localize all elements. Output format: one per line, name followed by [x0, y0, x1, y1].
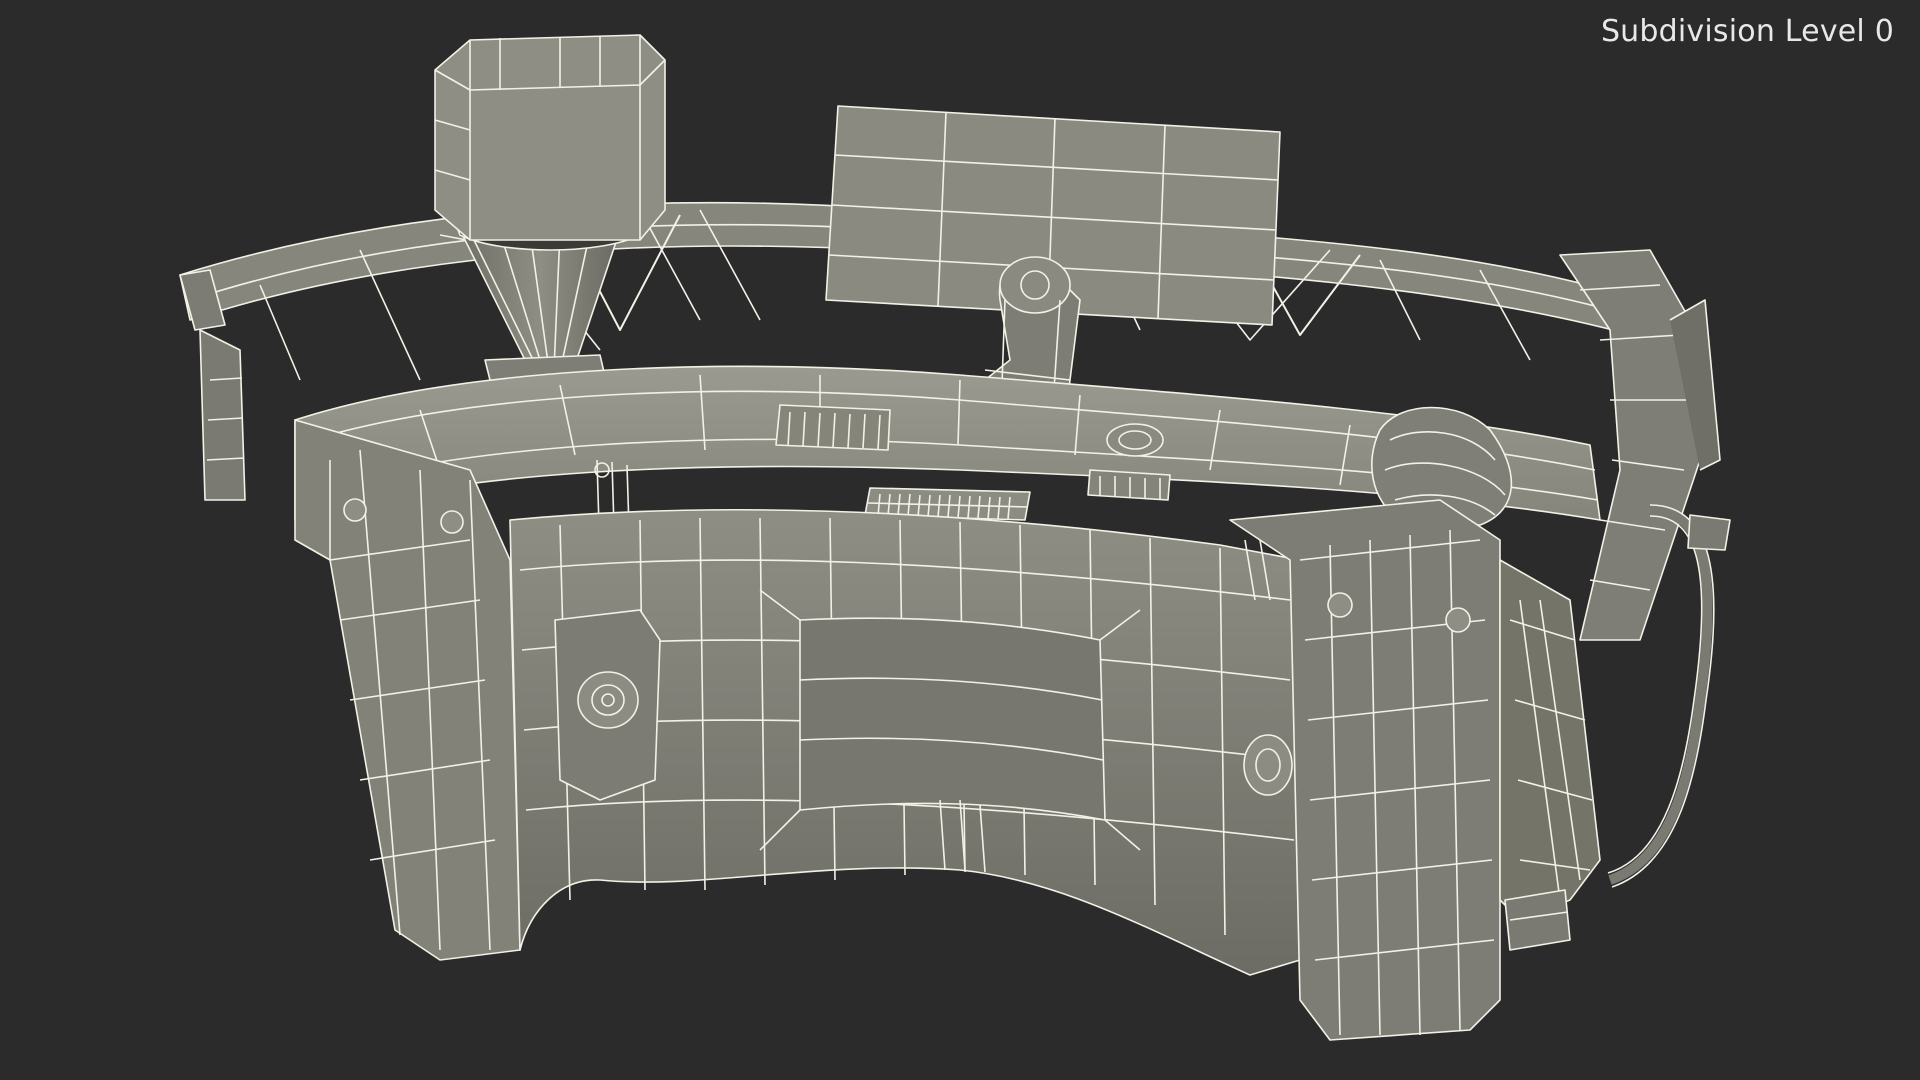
front-body — [509, 509, 1301, 976]
console-top — [294, 365, 1601, 526]
console-model — [179, 34, 1731, 1041]
subdivision-level-label: Subdivision Level 0 — [1600, 14, 1894, 49]
3d-viewport[interactable]: Subdivision Level 0 — [0, 0, 1920, 1080]
top-dial — [1106, 423, 1164, 457]
